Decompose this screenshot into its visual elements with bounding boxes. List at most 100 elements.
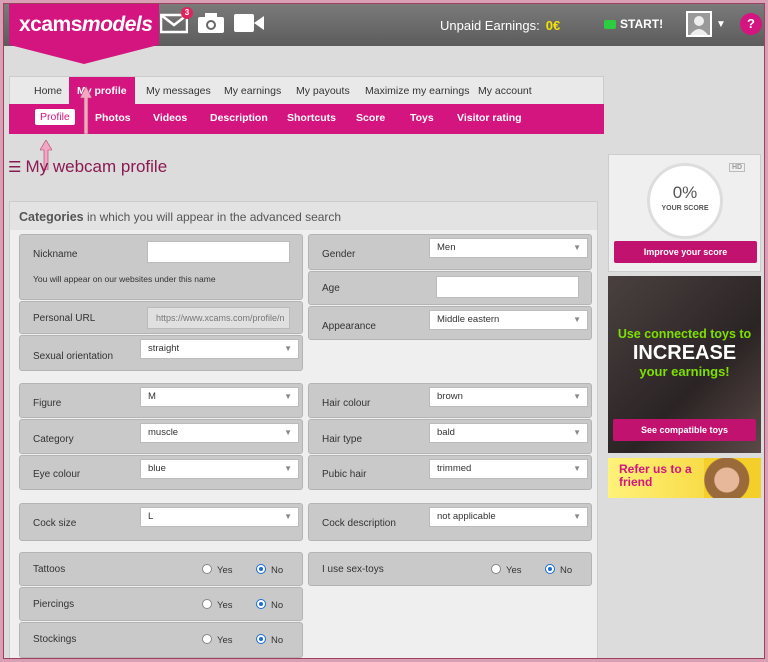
nickname-input[interactable] bbox=[147, 241, 290, 263]
eye-colour-select[interactable]: blue ▼ bbox=[140, 459, 299, 479]
subtab-shortcuts[interactable]: Shortcuts bbox=[287, 112, 336, 124]
cock-description-value: not applicable bbox=[437, 511, 496, 522]
subtab-profile[interactable]: Profile bbox=[35, 109, 75, 125]
refer-text: Refer us to a friend bbox=[619, 463, 692, 489]
cock-description-select[interactable]: not applicable ▼ bbox=[429, 507, 588, 527]
subtab-score[interactable]: Score bbox=[356, 112, 385, 124]
promo-line-3: your earnings! bbox=[639, 364, 730, 379]
gender-box: Gender Men ▼ bbox=[308, 234, 592, 270]
sexual-orientation-value: straight bbox=[148, 343, 180, 354]
cock-size-select[interactable]: L ▼ bbox=[140, 507, 299, 527]
chevron-down-icon: ▼ bbox=[284, 464, 292, 473]
tattoos-no-radio[interactable] bbox=[256, 564, 266, 574]
hair-type-value: bald bbox=[437, 427, 455, 438]
chevron-down-icon: ▼ bbox=[284, 344, 292, 353]
chevron-down-icon: ▼ bbox=[573, 243, 581, 252]
improve-score-button[interactable]: Improve your score bbox=[614, 241, 757, 263]
tab-my-payouts[interactable]: My payouts bbox=[288, 77, 358, 105]
chevron-down-icon[interactable]: ▼ bbox=[716, 19, 726, 30]
pubic-hair-label: Pubic hair bbox=[322, 469, 367, 480]
sub-tabs: Profile Photos Videos Description Shortc… bbox=[9, 104, 604, 134]
stockings-no-radio[interactable] bbox=[256, 634, 266, 644]
refer-friend-banner[interactable]: Refer us to a friend bbox=[608, 458, 761, 498]
chevron-down-icon: ▼ bbox=[573, 315, 581, 324]
piercings-label: Piercings bbox=[33, 599, 75, 610]
promo-line-1: Use connected toys to bbox=[617, 327, 752, 341]
hair-colour-select[interactable]: brown ▼ bbox=[429, 387, 588, 407]
see-compatible-toys-button[interactable]: See compatible toys bbox=[613, 419, 756, 441]
figure-value: M bbox=[148, 391, 156, 402]
start-label: START! bbox=[620, 17, 664, 31]
toys-promo-banner[interactable]: Use connected toys to INCREASE your earn… bbox=[608, 276, 761, 453]
page-title-text: My webcam profile bbox=[25, 157, 168, 176]
subtab-videos[interactable]: Videos bbox=[153, 112, 187, 124]
tab-my-profile[interactable]: My profile bbox=[69, 77, 135, 105]
score-ring: 0% YOUR SCORE bbox=[647, 163, 723, 239]
appearance-value: Middle eastern bbox=[437, 314, 500, 325]
start-button[interactable]: START! bbox=[604, 17, 663, 31]
top-bar: xcamsmodels 3 Unpaid Earnings: 0€ START! … bbox=[4, 4, 764, 64]
subtab-toys[interactable]: Toys bbox=[410, 112, 434, 124]
help-button[interactable]: ? bbox=[740, 13, 762, 35]
gender-select[interactable]: Men ▼ bbox=[429, 238, 588, 258]
subtab-visitor-rating[interactable]: Visitor rating bbox=[457, 112, 522, 124]
cock-size-value: L bbox=[148, 511, 154, 522]
user-icon bbox=[690, 16, 708, 35]
hair-type-label: Hair type bbox=[322, 434, 363, 445]
cock-description-label: Cock description bbox=[322, 518, 396, 529]
personal-url-field[interactable]: https://www.xcams.com/profile/n bbox=[147, 307, 290, 329]
logo-text-models: models bbox=[81, 13, 153, 36]
cock-size-label: Cock size bbox=[33, 518, 77, 529]
tattoos-yes-radio[interactable] bbox=[202, 564, 212, 574]
sex-toys-no-radio[interactable] bbox=[545, 564, 555, 574]
category-value: muscle bbox=[148, 427, 179, 438]
sex-toys-yes-radio[interactable] bbox=[491, 564, 501, 574]
appearance-select[interactable]: Middle eastern ▼ bbox=[429, 310, 588, 330]
stockings-yes-radio[interactable] bbox=[202, 634, 212, 644]
avatar[interactable] bbox=[686, 11, 712, 37]
chevron-down-icon: ▼ bbox=[284, 392, 292, 401]
tattoos-label: Tattoos bbox=[33, 564, 66, 575]
panel-title-rest: in which you will appear in the advanced… bbox=[86, 210, 342, 224]
unpaid-earnings-label: Unpaid Earnings: bbox=[440, 18, 540, 33]
sex-toys-label: I use sex-toys bbox=[322, 564, 384, 575]
score-label: YOUR SCORE bbox=[661, 205, 709, 212]
category-select[interactable]: muscle ▼ bbox=[140, 423, 299, 443]
tab-my-messages[interactable]: My messages bbox=[138, 77, 219, 105]
eye-colour-label: Eye colour bbox=[33, 469, 81, 480]
stockings-yes-label: Yes bbox=[217, 635, 233, 646]
appearance-label: Appearance bbox=[322, 321, 376, 332]
hair-type-select[interactable]: bald ▼ bbox=[429, 423, 588, 443]
nickname-box: Nickname You will appear on our websites… bbox=[19, 234, 303, 300]
subtab-description[interactable]: Description bbox=[210, 112, 268, 124]
piercings-no-radio[interactable] bbox=[256, 599, 266, 609]
hair-type-box: Hair type bald ▼ bbox=[308, 419, 592, 454]
sexual-orientation-select[interactable]: straight ▼ bbox=[140, 339, 299, 359]
piercings-no-label: No bbox=[271, 600, 284, 611]
cock-size-box: Cock size L ▼ bbox=[19, 503, 303, 541]
tab-home[interactable]: Home bbox=[26, 77, 70, 105]
refer-line-2: friend bbox=[619, 475, 653, 489]
gender-label: Gender bbox=[322, 249, 356, 260]
piercings-yes-radio[interactable] bbox=[202, 599, 212, 609]
unpaid-earnings-value: 0€ bbox=[545, 18, 561, 33]
age-input[interactable] bbox=[436, 276, 579, 298]
camera-icon[interactable] bbox=[197, 12, 225, 34]
video-icon[interactable] bbox=[233, 12, 265, 34]
pubic-hair-box: Pubic hair trimmed ▼ bbox=[308, 455, 592, 490]
figure-select[interactable]: M ▼ bbox=[140, 387, 299, 407]
tab-my-account[interactable]: My account bbox=[470, 77, 540, 105]
score-card: 0% YOUR SCORE HD Improve your score bbox=[608, 154, 761, 272]
category-label: Category bbox=[33, 434, 74, 445]
tattoos-box: Tattoos Yes No bbox=[19, 552, 303, 586]
promo-line-2: INCREASE bbox=[632, 342, 737, 364]
eye-colour-box: Eye colour blue ▼ bbox=[19, 455, 303, 490]
main-tabs: Home My profile My messages My earnings … bbox=[9, 76, 604, 105]
logo[interactable]: xcamsmodels bbox=[9, 4, 159, 64]
subtab-photos[interactable]: Photos bbox=[95, 112, 131, 124]
tab-maximize-my-earnings[interactable]: Maximize my earnings bbox=[357, 77, 477, 105]
tab-my-earnings[interactable]: My earnings bbox=[216, 77, 289, 105]
pubic-hair-select[interactable]: trimmed ▼ bbox=[429, 459, 588, 479]
logo-text: xcams bbox=[19, 13, 82, 36]
categories-panel: Categories in which you will appear in t… bbox=[9, 201, 598, 658]
